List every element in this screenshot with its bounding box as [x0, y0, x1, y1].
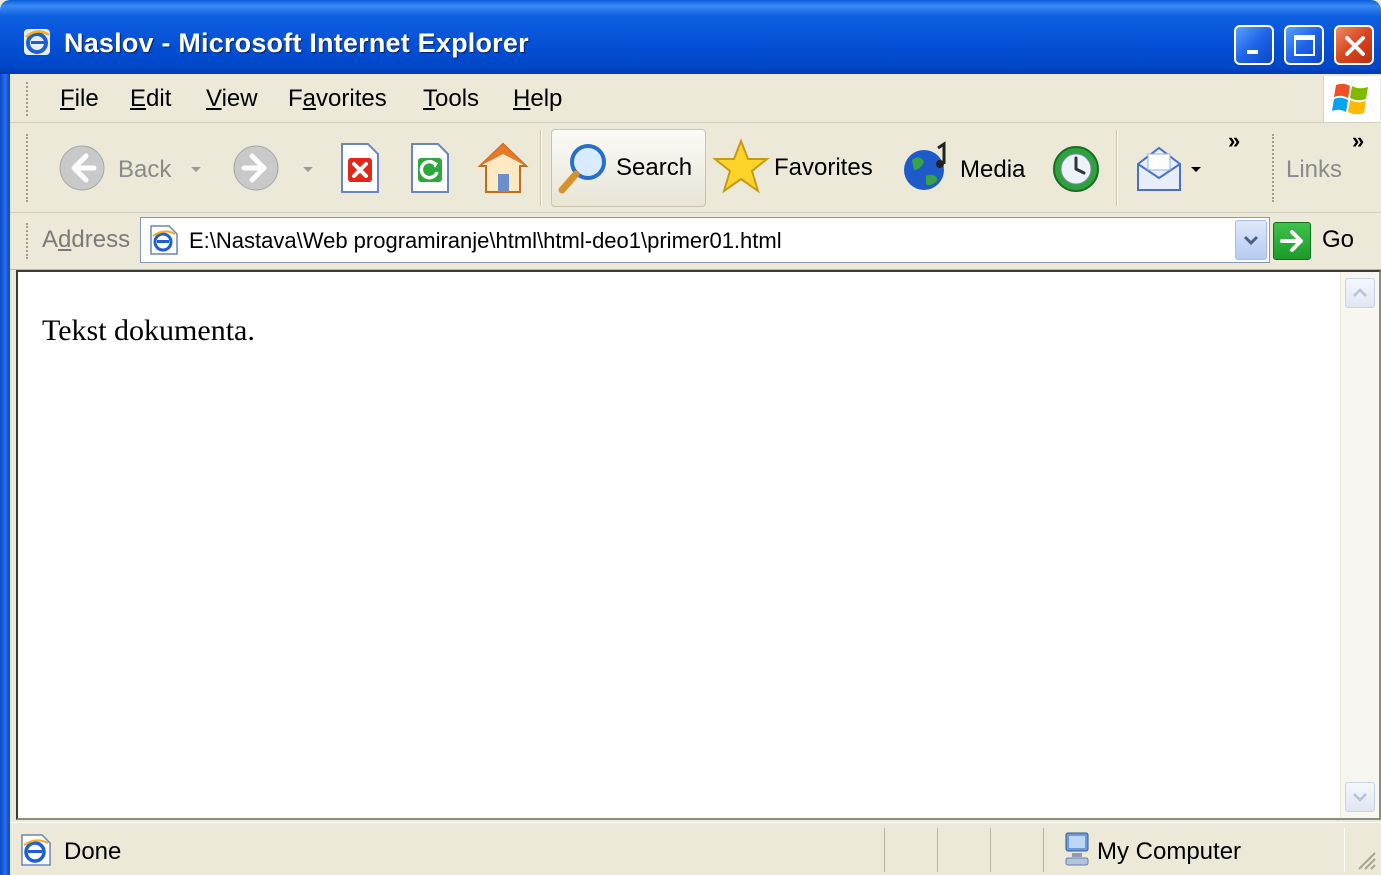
chevron-down-icon — [1353, 793, 1367, 802]
search-button[interactable]: Search — [551, 129, 706, 207]
forward-dropdown-icon — [303, 167, 313, 172]
links-label[interactable]: Links — [1286, 156, 1342, 184]
go-label[interactable]: Go — [1322, 226, 1354, 254]
page-done-icon — [21, 834, 51, 866]
menu-help[interactable]: Help — [513, 85, 562, 113]
go-arrow-icon — [1280, 230, 1303, 252]
scroll-up-button[interactable] — [1345, 278, 1375, 308]
chevron-up-icon — [1353, 288, 1367, 297]
mail-dropdown-icon — [1191, 167, 1201, 172]
status-pane — [937, 828, 991, 872]
address-label: Address — [42, 226, 131, 253]
home-button[interactable] — [476, 140, 530, 196]
stop-icon — [341, 143, 379, 193]
window-frame — [0, 74, 10, 875]
mail-button[interactable] — [1134, 144, 1204, 194]
toolbar-overflow-chevron[interactable]: » — [1228, 128, 1240, 154]
toolbar-grip[interactable] — [26, 82, 31, 116]
maximize-button[interactable] — [1284, 25, 1324, 65]
menu-file[interactable]: File — [60, 85, 99, 113]
toolbar-grip[interactable] — [26, 134, 31, 202]
media-button[interactable]: Media — [900, 140, 1030, 196]
title-bar[interactable]: Naslov - Microsoft Internet Explorer — [0, 0, 1381, 74]
search-label: Search — [616, 154, 693, 181]
back-button[interactable]: Back — [58, 144, 216, 194]
resize-grip-icon[interactable] — [1355, 849, 1377, 871]
my-computer-icon — [1065, 832, 1089, 866]
menu-tools[interactable]: Tools — [423, 85, 479, 113]
media-globe-icon — [904, 141, 946, 190]
scroll-down-button[interactable] — [1345, 782, 1375, 812]
address-input[interactable]: E:\Nastava\Web programiranje\html\html-d… — [140, 217, 1270, 263]
menu-edit[interactable]: Edit — [130, 85, 171, 113]
vertical-scrollbar[interactable] — [1340, 272, 1379, 818]
menu-bar: File Edit View Favorites Tools Help — [10, 76, 1381, 123]
address-bar: Address E:\Nastava\Web programiranje\htm… — [10, 213, 1381, 270]
menu-favorites[interactable]: Favorites — [288, 85, 387, 113]
forward-button[interactable] — [232, 144, 318, 194]
minimize-button[interactable] — [1234, 25, 1274, 65]
maximize-icon — [1294, 35, 1315, 56]
browser-window: Naslov - Microsoft Internet Explorer Fil… — [0, 0, 1381, 875]
refresh-icon — [411, 143, 449, 193]
links-overflow-chevron[interactable]: » — [1352, 128, 1364, 154]
close-button[interactable] — [1334, 25, 1374, 65]
windows-logo — [1323, 76, 1380, 122]
mail-icon — [1137, 146, 1181, 191]
security-zone-label: My Computer — [1097, 838, 1242, 865]
window-title: Naslov - Microsoft Internet Explorer — [64, 28, 529, 58]
chevron-down-icon — [1243, 235, 1259, 246]
toolbar-separator — [540, 130, 542, 206]
toolbar-separator — [1116, 130, 1118, 206]
minimize-icon — [1247, 50, 1258, 54]
back-dropdown-icon — [191, 167, 201, 172]
links-grip[interactable] — [1272, 134, 1277, 202]
go-button[interactable] — [1273, 222, 1311, 260]
status-text: Done — [64, 838, 122, 865]
menu-view[interactable]: View — [206, 85, 258, 113]
history-button[interactable] — [1048, 142, 1104, 196]
home-icon — [477, 142, 529, 193]
search-icon — [558, 144, 606, 194]
standard-toolbar: Back Search Favorites Media » Links » — [10, 124, 1381, 213]
forward-arrow-icon — [233, 145, 279, 191]
back-label: Back — [118, 156, 172, 183]
back-arrow-icon — [59, 145, 105, 191]
star-icon — [712, 138, 770, 194]
address-url: E:\Nastava\Web programiranje\html\html-d… — [189, 228, 782, 253]
stop-button[interactable] — [338, 142, 382, 194]
refresh-button[interactable] — [408, 142, 452, 194]
document-text: Tekst dokumenta. — [42, 314, 255, 347]
close-icon — [1345, 36, 1365, 56]
favorites-label: Favorites — [774, 154, 873, 181]
address-dropdown-button[interactable] — [1235, 220, 1267, 260]
status-pane — [884, 828, 938, 872]
ie-icon — [24, 29, 50, 55]
address-grip[interactable] — [26, 223, 31, 259]
status-pane — [990, 828, 1044, 872]
windows-flag-icon — [1332, 83, 1368, 115]
favorites-button[interactable]: Favorites — [712, 138, 882, 198]
page-content: Tekst dokumenta. — [16, 270, 1381, 820]
history-clock-icon — [1053, 146, 1099, 192]
media-label: Media — [960, 156, 1026, 183]
status-bar: Done My Computer — [10, 822, 1381, 875]
page-icon — [150, 225, 178, 255]
